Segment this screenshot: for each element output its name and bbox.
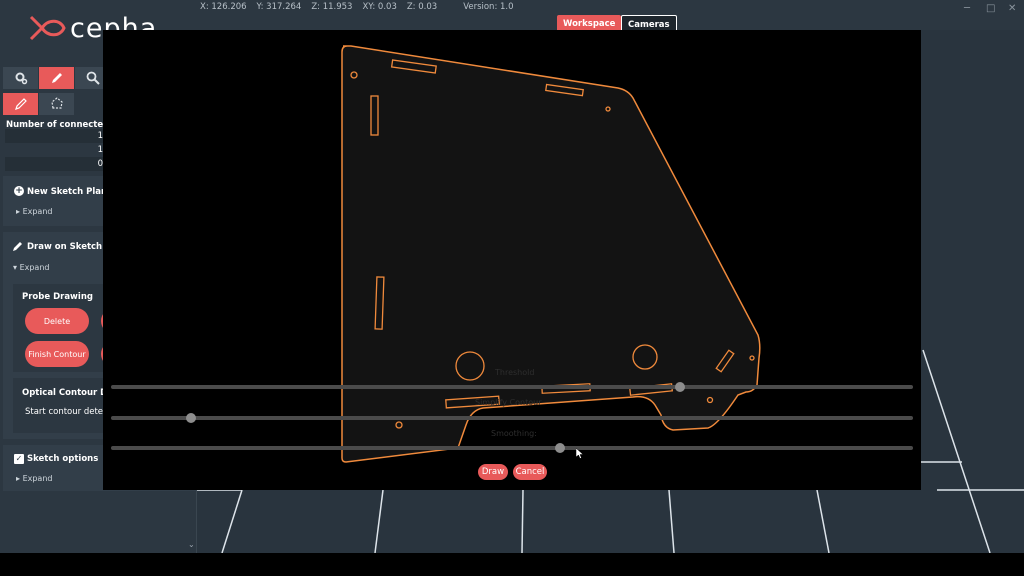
- expand-label: Expand: [22, 474, 53, 483]
- gears-icon: [15, 72, 27, 85]
- probe-drawing-title: Probe Drawing: [22, 292, 93, 302]
- tool-row-1: [3, 67, 110, 89]
- expand-link[interactable]: ▸ Expand: [16, 474, 52, 483]
- settings-tool-button[interactable]: [3, 67, 38, 89]
- version-label: Version: 1.0: [463, 2, 514, 12]
- simplify-contour-slider[interactable]: [111, 413, 913, 423]
- bottom-bar: [0, 553, 1024, 576]
- threshold-label: Threshold: [495, 368, 535, 377]
- expand-link[interactable]: ▸ Expand: [16, 207, 52, 216]
- search-icon: [86, 71, 100, 85]
- sketch-tool-button[interactable]: [3, 93, 38, 115]
- close-icon[interactable]: ✕: [1008, 3, 1016, 14]
- threshold-slider[interactable]: [111, 382, 913, 392]
- delete-button[interactable]: Delete: [25, 308, 89, 334]
- expand-label: Expand: [19, 263, 50, 272]
- coord-x: X: 126.206: [200, 2, 247, 12]
- app-window: cepha X: 126.206 Y: 317.264 Z: 11.953 XY…: [0, 0, 1024, 553]
- minimize-icon[interactable]: ─: [964, 3, 970, 14]
- draw-button[interactable]: Draw: [478, 464, 508, 480]
- contour-tool-button[interactable]: [39, 93, 74, 115]
- tool-row-2: [3, 93, 74, 115]
- contour-dialog: Threshold Simplify Contour Smoothing: Dr…: [103, 30, 921, 490]
- finish-contour-button[interactable]: Finish Contour: [25, 341, 89, 367]
- coordinate-readout: X: 126.206 Y: 317.264 Z: 11.953 XY: 0.03…: [200, 2, 514, 12]
- contour-preview: [341, 45, 761, 463]
- pencil-icon: [51, 73, 62, 83]
- sketch-options-title: Sketch options: [27, 454, 99, 464]
- part-outline: [341, 45, 761, 463]
- simplify-contour-label: Simplify Contour: [475, 398, 542, 407]
- mouse-cursor-icon: [576, 448, 584, 459]
- expand-label: Expand: [22, 207, 53, 216]
- expand-link[interactable]: ▾ Expand: [13, 263, 49, 272]
- checkbox-checked-icon[interactable]: ✓: [14, 454, 24, 464]
- coord-z: Z: 11.953: [311, 2, 353, 12]
- coord-z2: Z: 0.03: [406, 2, 438, 12]
- sketch-pencil-icon: [14, 98, 27, 110]
- draw-tool-button[interactable]: [39, 67, 74, 89]
- coord-y: Y: 317.264: [256, 2, 302, 12]
- cancel-button[interactable]: Cancel: [513, 464, 547, 480]
- coord-xy: XY: 0.03: [362, 2, 397, 12]
- scroll-down-icon[interactable]: ⌄: [188, 540, 195, 549]
- smoothing-slider[interactable]: [111, 443, 913, 453]
- new-sketch-plane-title: New Sketch Plane: [27, 187, 113, 197]
- maximize-icon[interactable]: □: [986, 3, 995, 14]
- fish-logo-icon: [29, 15, 66, 41]
- dashed-shape-icon: [50, 97, 63, 109]
- pen-icon: [13, 242, 22, 251]
- plus-icon[interactable]: +: [14, 186, 24, 196]
- smoothing-label: Smoothing:: [491, 429, 537, 438]
